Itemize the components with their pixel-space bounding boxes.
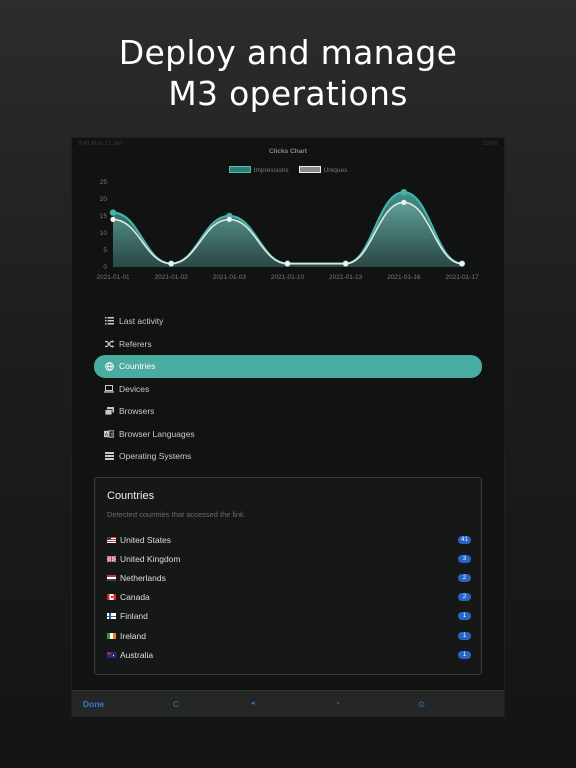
panel-title: Countries (107, 490, 155, 502)
uk-flag-icon (107, 555, 116, 562)
menu-label-operating-systems: Operating Systems (119, 451, 192, 462)
y-tick-label: 5 (103, 247, 107, 254)
menu-label-referers: Referers (119, 338, 152, 349)
bottom-toolbar: Done C ◂ ▸ ⊙ (72, 690, 504, 716)
legend-item-impressions[interactable]: Impressions (228, 166, 289, 174)
x-tick-label: 2021-01-13 (329, 274, 363, 281)
ca-flag-icon (107, 594, 116, 601)
device-screen: 9:41 Mon 17 Jan 100% Clicks Chart Impres… (72, 138, 504, 716)
y-tick-label: 20 (100, 196, 108, 203)
legend-label-uniques: Uniques (323, 167, 348, 174)
clicks-chart: 0 5 10 15 20 25 2021-01-01 2021-01-02 2021-01-03… (96, 179, 479, 281)
count-badge: 3 (458, 554, 471, 563)
country-list: United States 41 United Kingdom 3 Nether… (107, 530, 471, 664)
menu-label-browsers: Browsers (119, 406, 155, 417)
ie-flag-icon (107, 632, 116, 639)
menu-label-devices: Devices (119, 383, 150, 394)
done-button[interactable]: Done (83, 699, 104, 709)
laptop-icon (104, 384, 114, 394)
menu-item-last-activity[interactable]: Last activity (94, 310, 482, 333)
headline-line-2: M3 operations (168, 74, 408, 113)
us-flag-icon (107, 536, 116, 543)
data-point-uniques (110, 216, 116, 222)
panel-subtitle: Detected countries that accessed the lin… (107, 510, 246, 519)
back-button[interactable]: ◂ (251, 699, 255, 707)
count-badge: 1 (458, 650, 471, 659)
legend-swatch-impressions (228, 166, 251, 173)
list-item[interactable]: United States 41 (107, 530, 471, 549)
list-icon (104, 316, 114, 326)
count-badge: 1 (458, 631, 471, 640)
data-point-uniques (226, 216, 232, 222)
count-badge: 1 (458, 612, 471, 621)
list-item[interactable]: Finland 1 (107, 607, 471, 626)
x-tick-label: 2021-01-16 (387, 274, 421, 281)
country-name: Australia (120, 649, 154, 660)
headline-line-1: Deploy and manage (118, 33, 458, 72)
y-tick-label: 10 (100, 230, 108, 237)
legend-item-uniques[interactable]: Uniques (298, 166, 348, 174)
status-time: 9:41 Mon 17 Jan (78, 141, 123, 147)
menu-item-countries[interactable]: Countries (94, 355, 482, 378)
reload-button[interactable]: C (173, 699, 179, 709)
au-flag-icon (107, 651, 116, 658)
country-name: Netherlands (120, 572, 166, 583)
stats-menu: Last activity Referers Countries Devices… (94, 310, 482, 468)
y-tick-label: 15 (100, 213, 108, 220)
share-button[interactable]: ⊙ (418, 699, 425, 710)
data-point-impressions (109, 209, 117, 216)
data-point-impressions (400, 189, 408, 196)
series-area-uniques (113, 202, 462, 267)
menu-label-countries: Countries (119, 361, 156, 372)
countries-panel: Countries Detected countries that access… (94, 477, 482, 675)
menu-item-browser-languages[interactable]: A文 Browser Languages (94, 423, 482, 446)
list-item[interactable]: United Kingdom 3 (107, 549, 471, 568)
menu-item-browsers[interactable]: Browsers (94, 400, 482, 423)
globe-icon (104, 361, 114, 371)
x-tick-label: 2021-01-02 (155, 274, 189, 281)
list-item[interactable]: Australia 1 (107, 645, 471, 664)
count-badge: 41 (458, 535, 471, 544)
status-battery: 100% (482, 141, 498, 147)
x-tick-label: 2021-01-01 (96, 274, 130, 281)
nl-flag-icon (107, 574, 116, 581)
windows-icon (104, 406, 114, 416)
country-name: Finland (120, 611, 148, 622)
language-icon: A文 (104, 429, 114, 439)
legend-swatch-uniques (298, 166, 321, 173)
count-badge: 2 (458, 593, 471, 602)
count-badge: 2 (458, 573, 471, 582)
list-item[interactable]: Ireland 1 (107, 626, 471, 645)
country-name: United Kingdom (120, 553, 181, 564)
country-name: Canada (120, 592, 150, 603)
y-tick-label: 0 (103, 264, 107, 271)
fi-flag-icon (107, 613, 116, 620)
menu-item-referers[interactable]: Referers (94, 333, 482, 356)
data-point-uniques (401, 199, 407, 205)
x-tick-label: 2021-01-03 (213, 274, 247, 281)
chart-legend: Impressions Uniques (72, 166, 504, 174)
marketing-headline: Deploy and manage M3 operations (0, 32, 576, 114)
data-point-uniques (284, 261, 291, 267)
forward-button[interactable]: ▸ (337, 699, 341, 707)
country-name: United States (120, 534, 172, 545)
list-item[interactable]: Canada 2 (107, 588, 471, 607)
legend-label-impressions: Impressions (253, 167, 289, 174)
data-point-uniques (459, 261, 465, 267)
svg-text:文: 文 (110, 431, 114, 438)
data-point-uniques (343, 261, 349, 267)
menu-item-operating-systems[interactable]: Operating Systems (94, 445, 482, 468)
list-item[interactable]: Netherlands 2 (107, 568, 471, 587)
server-icon (104, 451, 114, 461)
menu-label-last-activity: Last activity (119, 316, 164, 327)
x-tick-label: 2021-01-10 (271, 274, 305, 281)
menu-label-browser-languages: Browser Languages (119, 428, 195, 439)
y-tick-label: 25 (100, 179, 108, 186)
chart-title: Clicks Chart (269, 148, 307, 155)
country-name: Ireland (120, 630, 146, 641)
data-point-uniques (168, 261, 174, 267)
x-tick-label: 2021-01-17 (445, 274, 479, 281)
menu-item-devices[interactable]: Devices (94, 378, 482, 401)
shuffle-icon (104, 339, 114, 349)
